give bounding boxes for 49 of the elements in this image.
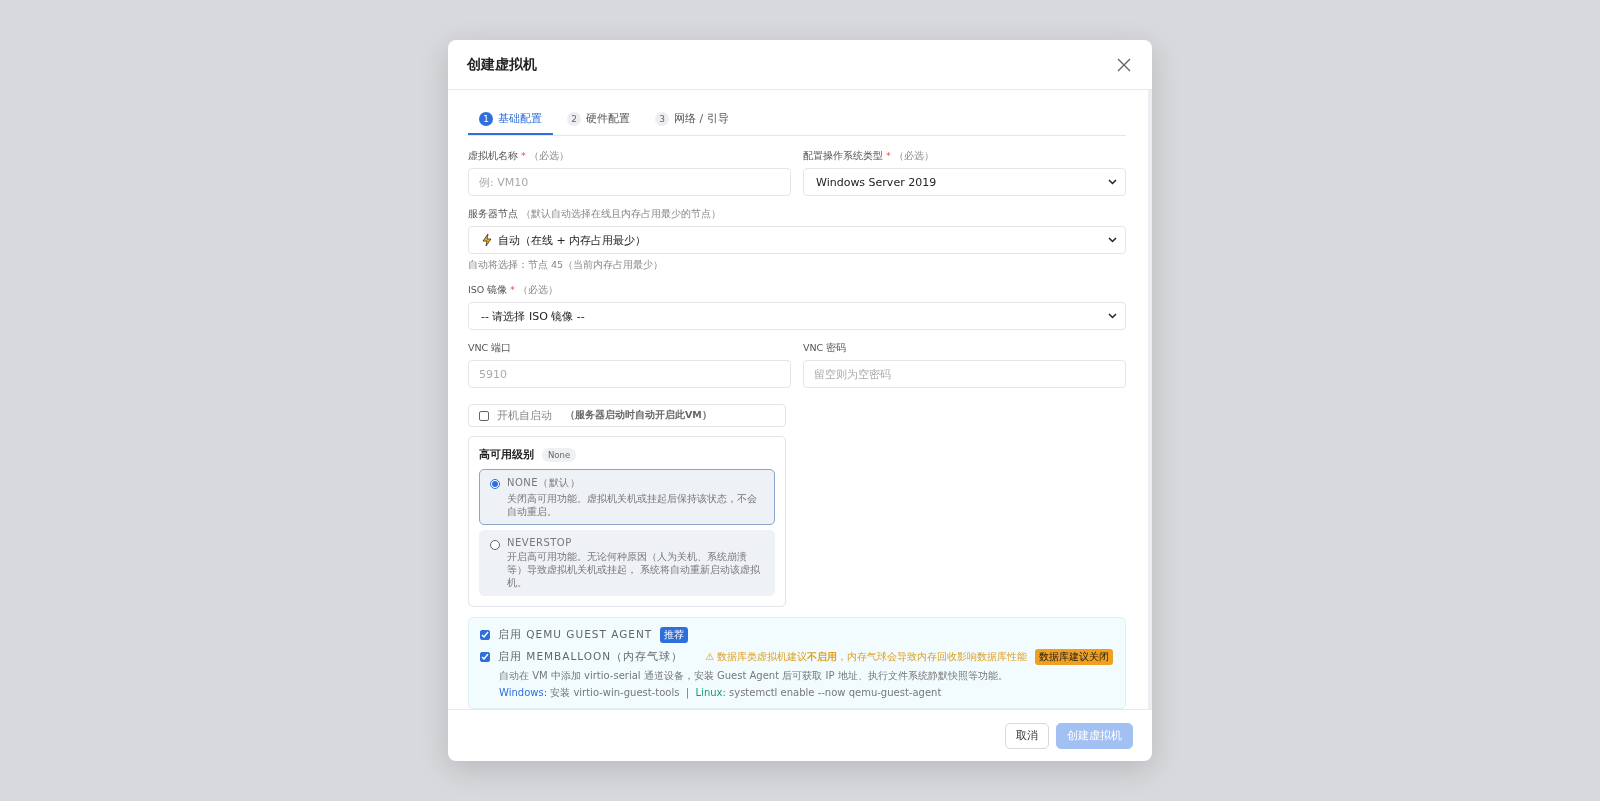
separator-text: | <box>685 687 690 698</box>
radio-option[interactable]: NEVERSTOP 开启高可用功能。无论何种原因（人为关机、系统崩溃等）导致虚拟机关机或挂起， 系统将自动重新启动该虚拟机。 <box>479 530 775 596</box>
option-description: 开启高可用功能。无论何种原因（人为关机、系统崩溃等）导致虚拟机关机或挂起， 系统将自动重新启动该虚拟机。 <box>507 550 762 589</box>
field-label: 配置操作系统类型 * （必选） <box>803 150 935 163</box>
checkbox-label: 开机自启动 <box>497 408 552 423</box>
dialog-title: 创建虚拟机 <box>467 55 537 74</box>
checkbox-note: （服务器启动时自动开启此VM） <box>565 409 712 422</box>
select-field[interactable]: -- 请选择 ISO 镜像 -- <box>468 302 1126 330</box>
chevron-down-icon <box>1108 179 1117 185</box>
select-field[interactable]: Windows Server 2019 <box>803 168 1126 196</box>
hint-text: 自动将选择：节点 45（当前内存占用最少） <box>468 259 665 272</box>
password-input[interactable]: 留空则为空密码 <box>803 360 1126 388</box>
field-label: 服务器节点 （默认自动选择在线且内存占用最少的节点） <box>468 208 722 221</box>
checkbox[interactable] <box>480 630 490 640</box>
level-badge: None <box>542 447 577 462</box>
os-label: Windows: <box>499 687 547 698</box>
step-tab[interactable]: 2 硬件配置 <box>556 104 641 135</box>
checkbox[interactable] <box>479 410 489 421</box>
field-label: VNC 端口 <box>468 342 513 355</box>
recommend-badge: 推荐 <box>660 627 689 643</box>
chevron-down-icon <box>1108 237 1117 243</box>
checkbox-label: 启用 MEMBALLOON（内存气球） <box>498 650 684 664</box>
field-label: ISO 镜像 * （必选） <box>468 284 560 297</box>
install-text: 安装 virtio-win-guest-tools <box>550 687 680 698</box>
radio-icon <box>490 479 500 489</box>
radio-option[interactable]: NONE（默认） 关闭高可用功能。虚拟机关机或挂起后保持该状态，不会自动重启。 <box>479 469 775 525</box>
option-name: NONE（默认） <box>507 476 582 490</box>
step-tab[interactable]: 3 网络 / 引导 <box>644 104 740 135</box>
lightning-icon <box>481 233 493 247</box>
field-label: VNC 密码 <box>803 342 848 355</box>
option-name: NEVERSTOP <box>507 537 573 548</box>
option-description: 关闭高可用功能。虚拟机关机或挂起后保持该状态，不会自动重启。 <box>507 492 758 518</box>
checkbox[interactable] <box>480 652 490 662</box>
name-input[interactable]: 例: VM10 <box>468 168 791 196</box>
radio-icon <box>490 540 500 550</box>
select-field[interactable]: 自动（在线 + 内存占用最少） <box>468 226 1126 254</box>
step-tab[interactable]: 1 基础配置 <box>468 104 553 135</box>
warning-text: ⚠ 数据库类虚拟机建议不启用，内存气球会导致内存回收影响数据库性能 <box>705 650 1028 664</box>
field-label: 虚拟机名称 * （必选） <box>468 150 570 163</box>
os-label: Linux: <box>695 687 726 698</box>
checkbox-label: 启用 QEMU GUEST AGENT <box>498 628 653 642</box>
close-icon[interactable] <box>1116 56 1132 73</box>
cancel-button[interactable]: 取消 <box>1005 722 1049 749</box>
chevron-down-icon <box>1108 313 1117 319</box>
port-input[interactable]: 5910 <box>468 360 791 388</box>
section-title: 高可用级别 <box>479 447 534 462</box>
warning-badge: 数据库建议关闭 <box>1035 649 1114 665</box>
description-text: 自动在 VM 中添加 virtio-serial 通道设备，安装 Guest Agent 后可获取 IP 地址、执行文件系统静默快照等功能。 <box>499 669 1009 683</box>
command-text: systemctl enable --now qemu-guest-agent <box>729 687 942 698</box>
